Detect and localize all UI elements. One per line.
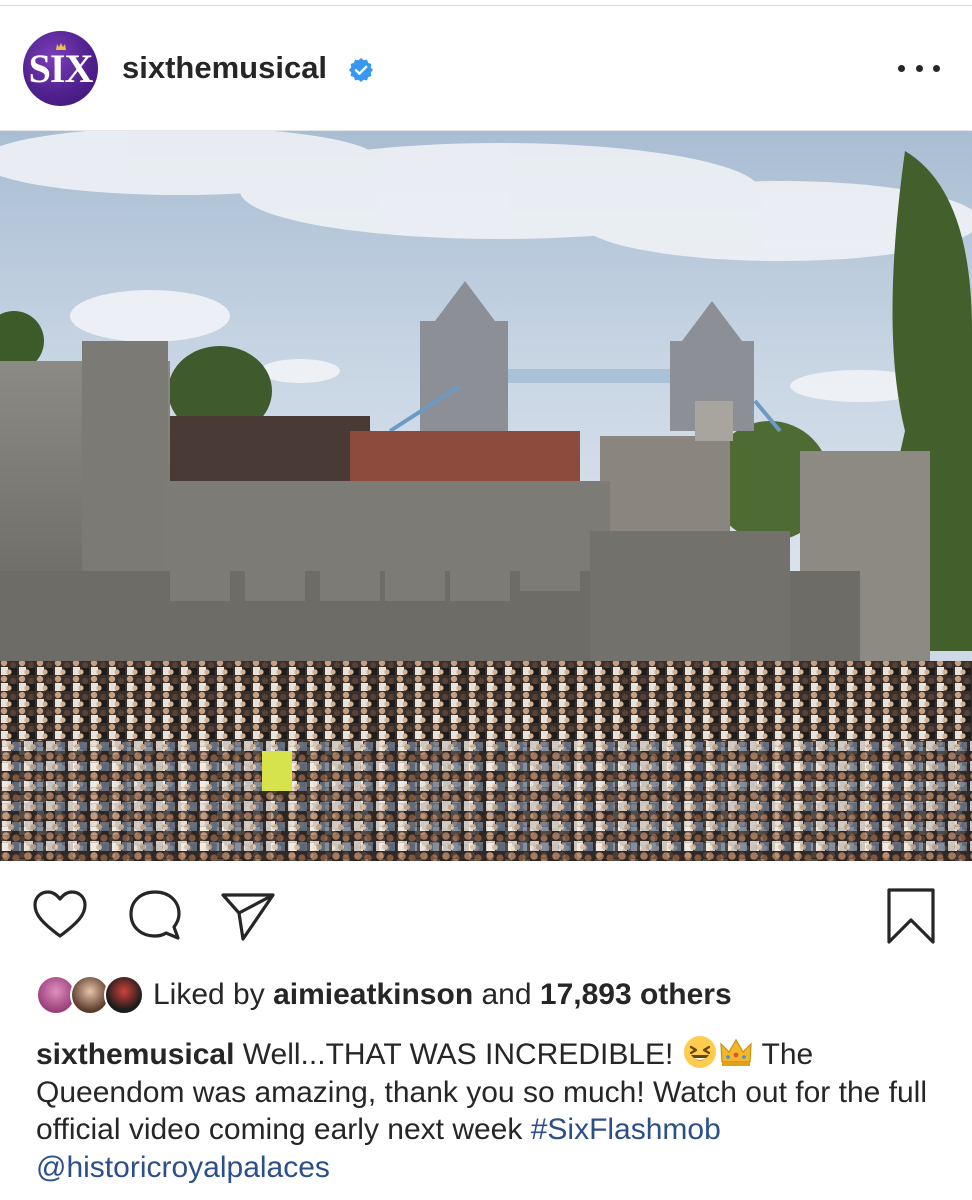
crown-icon (56, 43, 66, 50)
likes-prefix: Liked by (153, 978, 274, 1011)
more-dot (933, 64, 940, 72)
profile-avatar[interactable]: SIX (23, 31, 98, 106)
hashtag-link[interactable]: #SixFlashmob (531, 1113, 721, 1146)
more-dot (898, 64, 905, 72)
liker-username[interactable]: aimieatkinson (273, 978, 473, 1011)
mention-link[interactable]: @historicroyalpalaces (36, 1151, 330, 1184)
more-options-icon[interactable] (898, 56, 940, 80)
verified-badge-icon (349, 58, 373, 82)
likes-summary[interactable]: Liked by aimieatkinson and 17,893 others (153, 978, 732, 1012)
heart-icon[interactable] (31, 887, 89, 945)
liker-avatars[interactable] (36, 975, 144, 1019)
comment-icon[interactable] (126, 887, 184, 945)
bookmark-icon[interactable] (882, 887, 940, 945)
post-photo[interactable] (0, 131, 972, 861)
tower-of-london-crowd-photo (0, 131, 972, 861)
liker-avatar (104, 975, 144, 1015)
likes-count[interactable]: 17,893 others (540, 978, 732, 1011)
likes-row: Liked by aimieatkinson and 17,893 others (0, 971, 972, 1023)
post-actions-bar (0, 861, 972, 971)
post-caption: sixthemusical Well...THAT WAS INCREDIBLE… (36, 1034, 948, 1186)
likes-middle: and (473, 978, 540, 1011)
caption-text: Well...THAT WAS INCREDIBLE! (234, 1038, 682, 1071)
caption-username[interactable]: sixthemusical (36, 1038, 234, 1071)
post-header: SIX sixthemusical (0, 6, 972, 131)
laughing-face-emoji (683, 1036, 716, 1068)
crown-emoji (720, 1038, 752, 1066)
more-dot (915, 64, 923, 72)
post-username[interactable]: sixthemusical (122, 50, 327, 86)
avatar-logo-text: SIX (28, 46, 94, 91)
send-icon[interactable] (219, 887, 277, 945)
